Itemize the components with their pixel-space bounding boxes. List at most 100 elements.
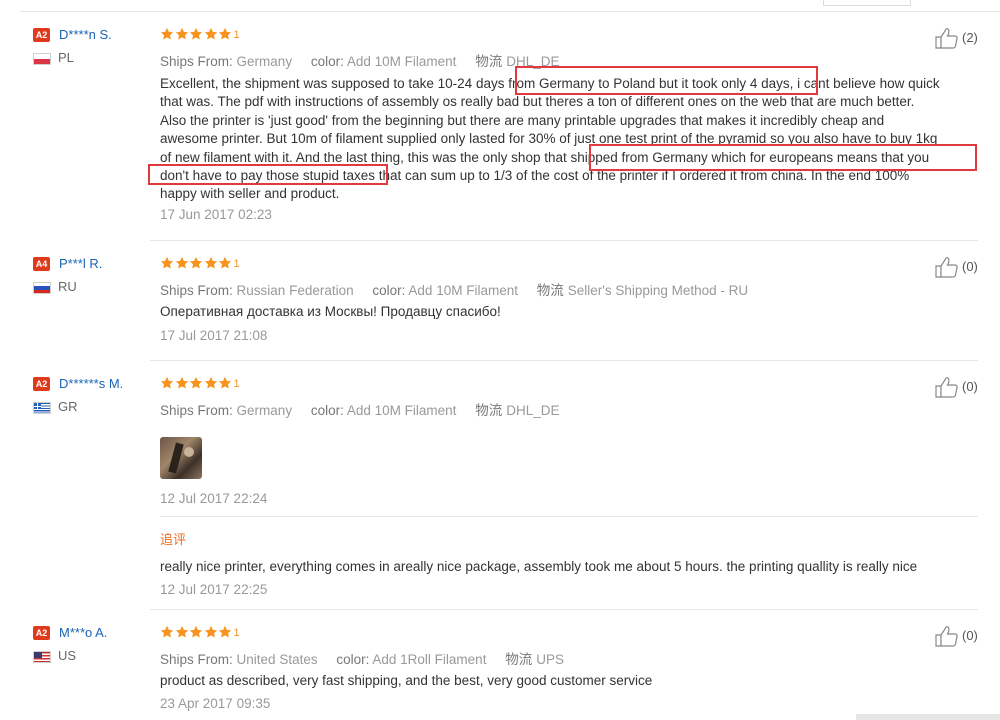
logistics-label: 物流 xyxy=(475,403,503,418)
helpful-button[interactable]: (0) xyxy=(934,376,978,398)
flag-us-icon xyxy=(33,651,51,663)
star-icon xyxy=(218,625,232,638)
buyer-level-badge: A2 xyxy=(33,28,50,42)
star-rating: 1 xyxy=(160,376,240,392)
reviewer-name[interactable]: M***o A. xyxy=(59,625,107,640)
review-text-line: Also the printer is 'just good' from the… xyxy=(160,112,885,128)
star-icon xyxy=(175,27,188,40)
star-icon xyxy=(175,376,188,389)
order-meta: Ships From: Russian Federation color: Ad… xyxy=(160,279,748,299)
color-label: color: xyxy=(310,54,344,69)
review-text-line: happy with seller and product. xyxy=(160,186,340,202)
rating-suffix: 1 xyxy=(233,258,240,270)
reviewer-country: PL xyxy=(58,50,74,65)
reviewer-country: US xyxy=(58,648,77,663)
helpful-count: (0) xyxy=(962,628,978,643)
review-date: 17 Jul 2017 21:08 xyxy=(160,328,268,343)
review-photo-thumbnail[interactable] xyxy=(160,437,202,479)
color-label: color: xyxy=(310,403,344,418)
star-icon xyxy=(160,27,174,40)
logistics-label: 物流 xyxy=(505,652,533,667)
star-icon xyxy=(160,256,174,269)
star-icon xyxy=(189,27,203,40)
review-divider xyxy=(150,360,978,361)
helpful-count: (0) xyxy=(962,259,978,274)
logistics-value: Seller's Shipping Method - RU xyxy=(567,283,749,298)
followup-divider xyxy=(160,516,978,517)
ships-from-label: Ships From: xyxy=(160,403,233,418)
color-value: Add 10M Filament xyxy=(408,283,518,298)
buyer-level-badge: A2 xyxy=(33,626,50,640)
buyer-level-badge: A4 xyxy=(33,257,50,271)
star-icon xyxy=(160,376,174,389)
star-icon xyxy=(204,376,217,389)
thumbs-up-icon xyxy=(935,28,958,49)
star-icon xyxy=(218,256,232,269)
rating-suffix: 1 xyxy=(233,29,240,41)
star-icon xyxy=(204,256,217,269)
reviewer-name[interactable]: D******s M. xyxy=(59,376,123,391)
color-value: Add 10M Filament xyxy=(346,403,457,418)
star-icon xyxy=(189,256,203,269)
order-meta: Ships From: Germany color: Add 10M Filam… xyxy=(160,50,559,70)
review-item: A2 D****n S. PL 1 Ships From: Germany co… xyxy=(20,27,978,237)
star-icon xyxy=(189,376,203,389)
ships-from-label: Ships From: xyxy=(160,652,233,667)
order-meta: Ships From: Germany color: Add 10M Filam… xyxy=(160,399,559,419)
star-icon xyxy=(218,376,232,389)
star-rating: 1 xyxy=(160,27,240,43)
color-value: Add 10M Filament xyxy=(346,54,457,69)
review-text-line: product as described, very fast shipping… xyxy=(160,673,653,688)
color-label: color: xyxy=(372,283,406,298)
color-value: Add 1Roll Filament xyxy=(372,652,487,667)
star-icon xyxy=(189,625,203,638)
helpful-button[interactable]: (2) xyxy=(934,27,978,49)
review-date: 23 Apr 2017 09:35 xyxy=(160,696,271,711)
review-item: A2 M***o A. US 1 Ships From: United Stat… xyxy=(20,625,978,715)
rating-suffix: 1 xyxy=(233,627,240,639)
highlight-box xyxy=(515,66,818,95)
star-icon xyxy=(218,27,232,40)
ships-from-label: Ships From: xyxy=(160,54,233,69)
flag-ru-icon xyxy=(33,282,51,294)
helpful-button[interactable]: (0) xyxy=(934,256,978,278)
review-divider xyxy=(150,609,978,610)
highlight-box xyxy=(589,144,977,171)
review-divider xyxy=(150,240,978,241)
bottom-edge-bar xyxy=(856,714,1000,720)
thumbs-up-icon xyxy=(935,257,958,278)
helpful-count: (0) xyxy=(962,379,978,394)
color-label: color: xyxy=(336,652,370,667)
logistics-value: UPS xyxy=(536,652,564,667)
flag-gr-icon xyxy=(33,402,51,414)
highlight-box xyxy=(148,164,388,185)
helpful-button[interactable]: (0) xyxy=(934,625,978,647)
star-rating: 1 xyxy=(160,625,240,641)
sort-dropdown-edge[interactable] xyxy=(823,0,911,6)
review-item: A4 P***l R. RU 1 Ships From: Russian Fed… xyxy=(20,256,978,356)
star-icon xyxy=(204,625,217,638)
followup-text: really nice printer, everything comes in… xyxy=(160,559,918,574)
review-item: A2 D******s M. GR 1 Ships From: Germany … xyxy=(20,376,978,606)
ships-from-value: Russian Federation xyxy=(236,283,354,298)
ships-from-value: Germany xyxy=(236,54,293,69)
star-icon xyxy=(175,625,188,638)
review-date: 12 Jul 2017 22:24 xyxy=(160,491,268,506)
star-icon xyxy=(160,625,174,638)
top-divider xyxy=(20,11,1000,12)
ships-from-value: United States xyxy=(236,652,318,667)
ships-from-label: Ships From: xyxy=(160,283,233,298)
flag-pl-icon xyxy=(33,53,51,65)
reviewer-name[interactable]: D****n S. xyxy=(59,27,112,42)
reviewer-name[interactable]: P***l R. xyxy=(59,256,102,271)
rating-suffix: 1 xyxy=(233,378,240,390)
review-text: product as described, very fast shipping… xyxy=(160,672,652,690)
reviewer-country: RU xyxy=(58,279,77,294)
review-text-line: Оперативная доставка из Москвы! Продавцу… xyxy=(160,304,501,319)
star-icon xyxy=(175,256,188,269)
order-meta: Ships From: United States color: Add 1Ro… xyxy=(160,648,564,668)
logistics-label: 物流 xyxy=(536,283,564,298)
logistics-value: DHL_DE xyxy=(506,403,560,418)
review-text: Оперативная доставка из Москвы! Продавцу… xyxy=(160,303,501,321)
buyer-level-badge: A2 xyxy=(33,377,50,391)
